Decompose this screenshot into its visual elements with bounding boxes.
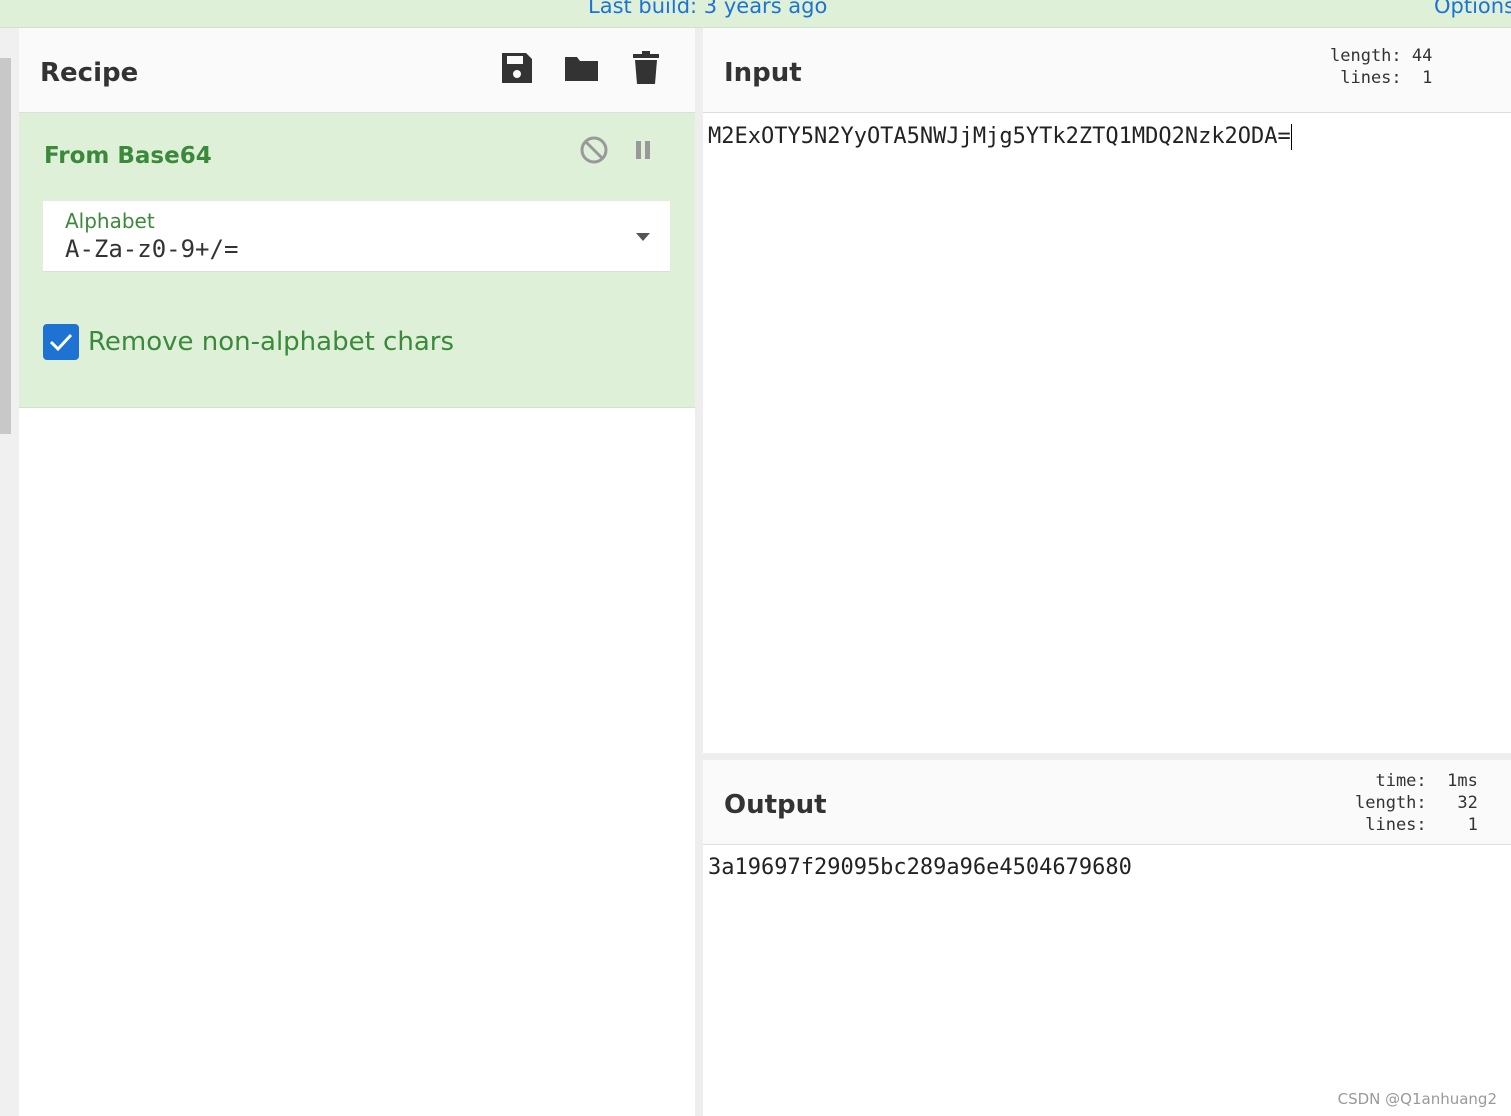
- checkbox-label: Remove non-alphabet chars: [88, 327, 454, 357]
- recipe-header: Recipe: [19, 28, 695, 113]
- remove-non-alphabet-checkbox[interactable]: [43, 324, 79, 360]
- alphabet-value: A-Za-z0-9+/=: [65, 235, 239, 263]
- output-text[interactable]: 3a19697f29095bc289a96e4504679680: [708, 855, 1132, 880]
- recipe-title: Recipe: [40, 58, 139, 88]
- io-resizer[interactable]: [703, 753, 1511, 760]
- input-header: Input length: 44 lines: 1: [703, 28, 1511, 113]
- save-icon[interactable]: [499, 50, 535, 86]
- output-stats: time: 1ms length: 32 lines: 1: [1355, 771, 1478, 835]
- chevron-down-icon[interactable]: [636, 233, 650, 248]
- input-panel: Input length: 44 lines: 1 M2ExOTY5N2YyOT…: [703, 28, 1511, 753]
- panel-resizer[interactable]: [695, 28, 703, 1116]
- scrollbar[interactable]: [0, 58, 11, 434]
- alphabet-label: Alphabet: [65, 209, 155, 233]
- input-stats: length: 44 lines: 1: [1330, 46, 1433, 88]
- input-text: M2ExOTY5N2YyOTA5NWJjMjg5YTk2ZTQ1MDQ2Nzk2…: [708, 124, 1291, 149]
- output-panel: Output time: 1ms length: 32 lines: 1 3a1…: [703, 760, 1511, 1116]
- disable-icon[interactable]: [579, 135, 615, 171]
- alphabet-select[interactable]: Alphabet A-Za-z0-9+/=: [43, 201, 670, 272]
- last-build-link[interactable]: Last build: 3 years ago: [588, 0, 827, 18]
- recipe-panel: Recipe From Base64 Alphabet A-Za-z0-9+/=…: [19, 28, 695, 1116]
- pause-icon[interactable]: [634, 139, 670, 175]
- operation-name: From Base64: [44, 143, 212, 169]
- input-title: Input: [724, 58, 802, 88]
- input-textarea[interactable]: M2ExOTY5N2YyOTA5NWJjMjg5YTk2ZTQ1MDQ2Nzk2…: [708, 124, 1292, 150]
- folder-open-icon[interactable]: [564, 50, 600, 86]
- operation-from-base64: From Base64 Alphabet A-Za-z0-9+/= Remove…: [19, 113, 695, 408]
- options-link[interactable]: Options: [1434, 0, 1511, 18]
- trash-icon[interactable]: [629, 50, 665, 86]
- watermark: CSDN @Q1anhuang2: [1337, 1090, 1497, 1108]
- output-title: Output: [724, 790, 827, 820]
- output-header: Output time: 1ms length: 32 lines: 1: [703, 760, 1511, 845]
- operations-panel-edge: [0, 28, 19, 1116]
- check-icon: [49, 333, 73, 352]
- top-banner: Last build: 3 years ago Options: [0, 0, 1511, 28]
